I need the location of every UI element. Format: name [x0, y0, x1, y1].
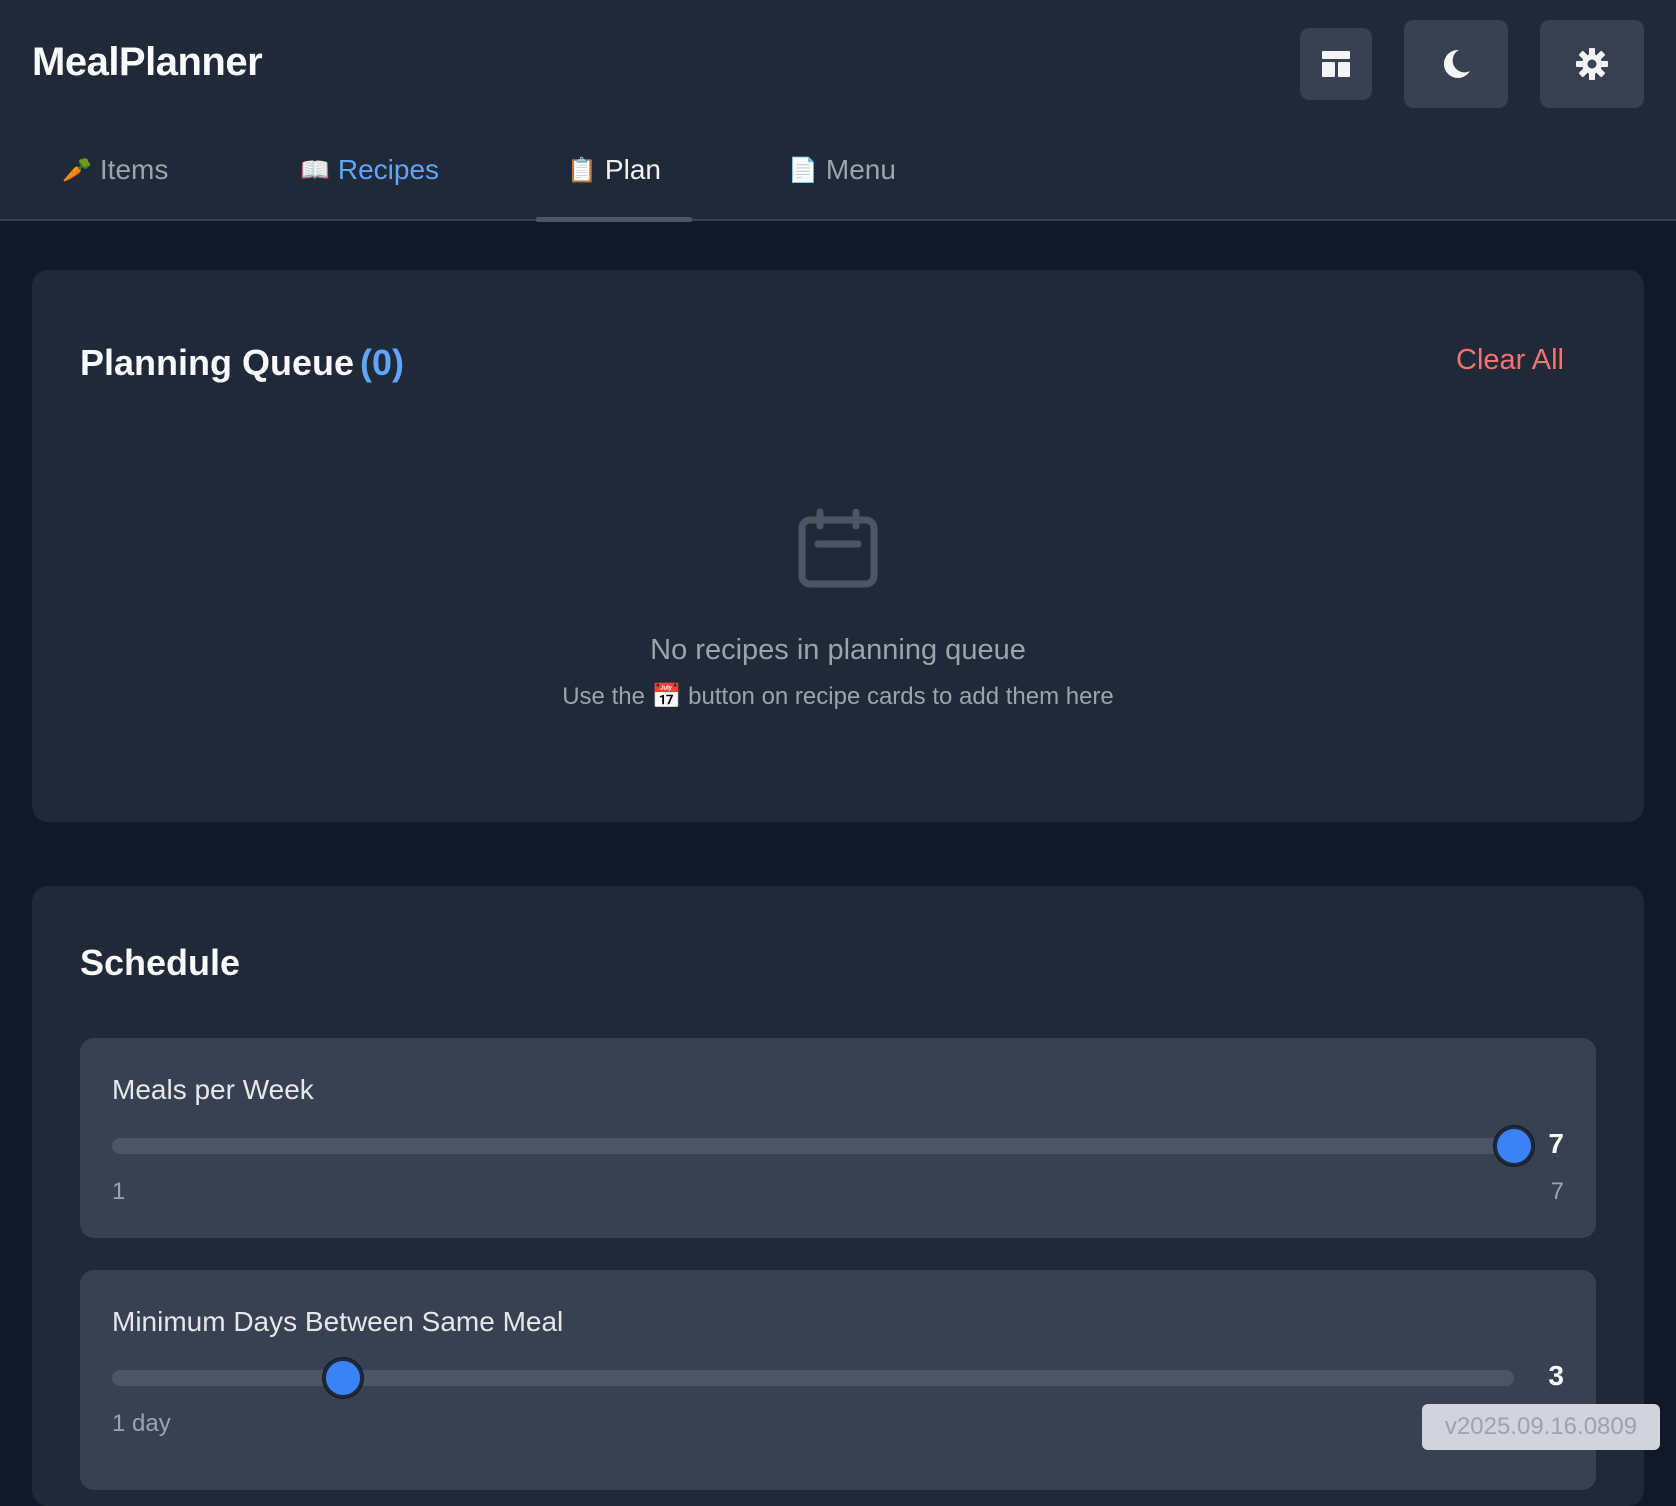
slider-thumb[interactable]	[323, 1358, 364, 1398]
min-days-between-slider[interactable]	[112, 1358, 1514, 1398]
tab-label: Plan	[604, 154, 661, 185]
slider-thumb[interactable]	[1494, 1126, 1534, 1166]
slider-min-label: 1	[112, 1178, 126, 1205]
empty-queue-hint: Use the 📅 button on recipe cards to add …	[32, 682, 1644, 711]
tab-label: Items	[99, 154, 169, 185]
tab-recipes[interactable]: 📖 Recipes	[300, 136, 439, 221]
meals-per-week-setting: Meals per Week 7 1 7	[80, 1038, 1596, 1238]
setting-label: Meals per Week	[112, 1074, 314, 1105]
layout-icon	[1322, 51, 1350, 77]
version-badge: v2025.09.16.0809	[1422, 1404, 1660, 1450]
setting-label: Minimum Days Between Same Meal	[112, 1306, 564, 1337]
slider-value: 3	[1548, 1360, 1564, 1391]
gear-icon	[1576, 48, 1608, 80]
app-header: MealPlanner 🥕 Items 📖 Recipes 📋 Plan 📄 M…	[0, 0, 1676, 222]
meals-per-week-slider[interactable]	[112, 1126, 1534, 1166]
clipboard-icon: 📋	[567, 156, 597, 184]
book-icon: 📖	[300, 156, 330, 184]
empty-queue-hint-after: button on recipe cards to add them here	[681, 683, 1114, 710]
clear-all-button[interactable]: Clear All	[1456, 344, 1564, 377]
schedule-card: Schedule Meals per Week 7 1 7 Minimum Da…	[32, 886, 1644, 1506]
planning-queue-count: (0)	[360, 342, 405, 383]
layout-button[interactable]	[1300, 28, 1372, 100]
planning-queue-title: Planning Queue (0)	[80, 342, 404, 384]
document-icon: 📄	[788, 156, 818, 184]
min-days-between-setting: Minimum Days Between Same Meal 3 1 day	[80, 1270, 1596, 1490]
moon-icon	[1443, 49, 1470, 78]
tab-label: Menu	[825, 154, 896, 185]
calendar-icon	[798, 508, 878, 588]
tab-menu[interactable]: 📄 Menu	[788, 136, 896, 221]
theme-toggle-button[interactable]	[1404, 20, 1508, 108]
empty-queue-title: No recipes in planning queue	[650, 634, 1026, 666]
carrot-icon: 🥕	[62, 156, 92, 184]
app-title: MealPlanner	[32, 40, 263, 84]
planning-queue-card: Planning Queue (0) Clear All No recipes i…	[32, 270, 1644, 822]
empty-queue-hint-before: Use the	[562, 683, 652, 710]
main-tabs: 🥕 Items 📖 Recipes 📋 Plan 📄 Menu	[0, 136, 1676, 222]
tab-items[interactable]: 🥕 Items	[62, 136, 168, 221]
slider-min-label: 1 day	[112, 1410, 171, 1437]
planning-queue-label: Planning Queue	[80, 342, 355, 383]
schedule-title: Schedule	[80, 942, 241, 983]
settings-button[interactable]	[1540, 20, 1644, 108]
calendar-emoji-icon: 📅	[651, 682, 682, 710]
slider-max-label: 7	[1550, 1178, 1564, 1205]
slider-value: 7	[1548, 1128, 1564, 1159]
tab-plan[interactable]: 📋 Plan	[536, 136, 692, 222]
tab-label: Recipes	[337, 154, 440, 185]
